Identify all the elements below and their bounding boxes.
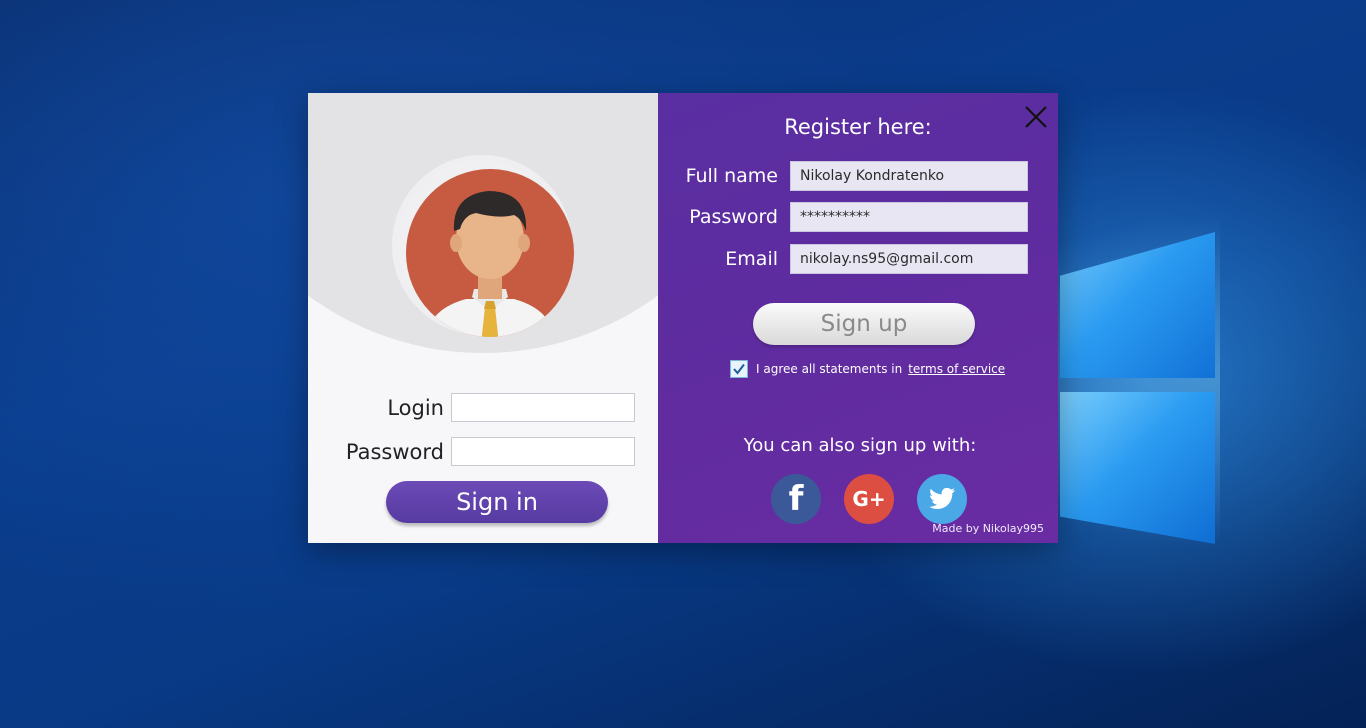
- login-label: Login: [387, 395, 444, 420]
- sign-in-button[interactable]: Sign in: [386, 481, 608, 523]
- sign-up-button[interactable]: Sign up: [753, 303, 975, 345]
- password-input[interactable]: [451, 437, 635, 466]
- agree-text: I agree all statements in: [756, 362, 903, 376]
- checkmark-icon: [733, 363, 745, 375]
- register-panel: Register here: Full name Nikolay Kondrat…: [658, 93, 1058, 543]
- login-panel: Login Password Sign in: [308, 93, 658, 543]
- email-label: Email: [725, 248, 778, 270]
- reg-password-row: Password **********: [658, 202, 1028, 232]
- credit-text: Made by Nikolay995: [932, 522, 1044, 535]
- fullname-label: Full name: [685, 165, 778, 187]
- auth-dialog: Login Password Sign in Register here: Fu…: [308, 93, 1058, 543]
- facebook-button[interactable]: f: [771, 474, 821, 524]
- agree-row: I agree all statements in terms of servi…: [730, 360, 1005, 378]
- twitter-bird-icon: [929, 487, 955, 509]
- login-row: Login: [338, 393, 635, 422]
- reg-password-input[interactable]: **********: [790, 202, 1028, 232]
- reg-password-label: Password: [689, 206, 778, 228]
- google-plus-icon: G+: [852, 487, 886, 511]
- register-title: Register here:: [784, 115, 932, 139]
- terms-link[interactable]: terms of service: [908, 362, 1005, 376]
- password-label: Password: [345, 439, 444, 464]
- password-row: Password: [338, 437, 635, 466]
- fullname-input[interactable]: Nikolay Kondratenko: [790, 161, 1028, 191]
- login-input[interactable]: [451, 393, 635, 422]
- avatar: [398, 161, 574, 337]
- twitter-button[interactable]: [917, 474, 967, 524]
- fullname-row: Full name Nikolay Kondratenko: [658, 161, 1028, 191]
- also-signup-text: You can also sign up with:: [743, 435, 977, 456]
- email-row: Email nikolay.ns95@gmail.com: [658, 244, 1028, 274]
- google-plus-button[interactable]: G+: [844, 474, 894, 524]
- email-input[interactable]: nikolay.ns95@gmail.com: [790, 244, 1028, 274]
- user-avatar-icon: [406, 169, 574, 337]
- agree-checkbox[interactable]: [730, 360, 748, 378]
- facebook-icon: f: [788, 479, 804, 519]
